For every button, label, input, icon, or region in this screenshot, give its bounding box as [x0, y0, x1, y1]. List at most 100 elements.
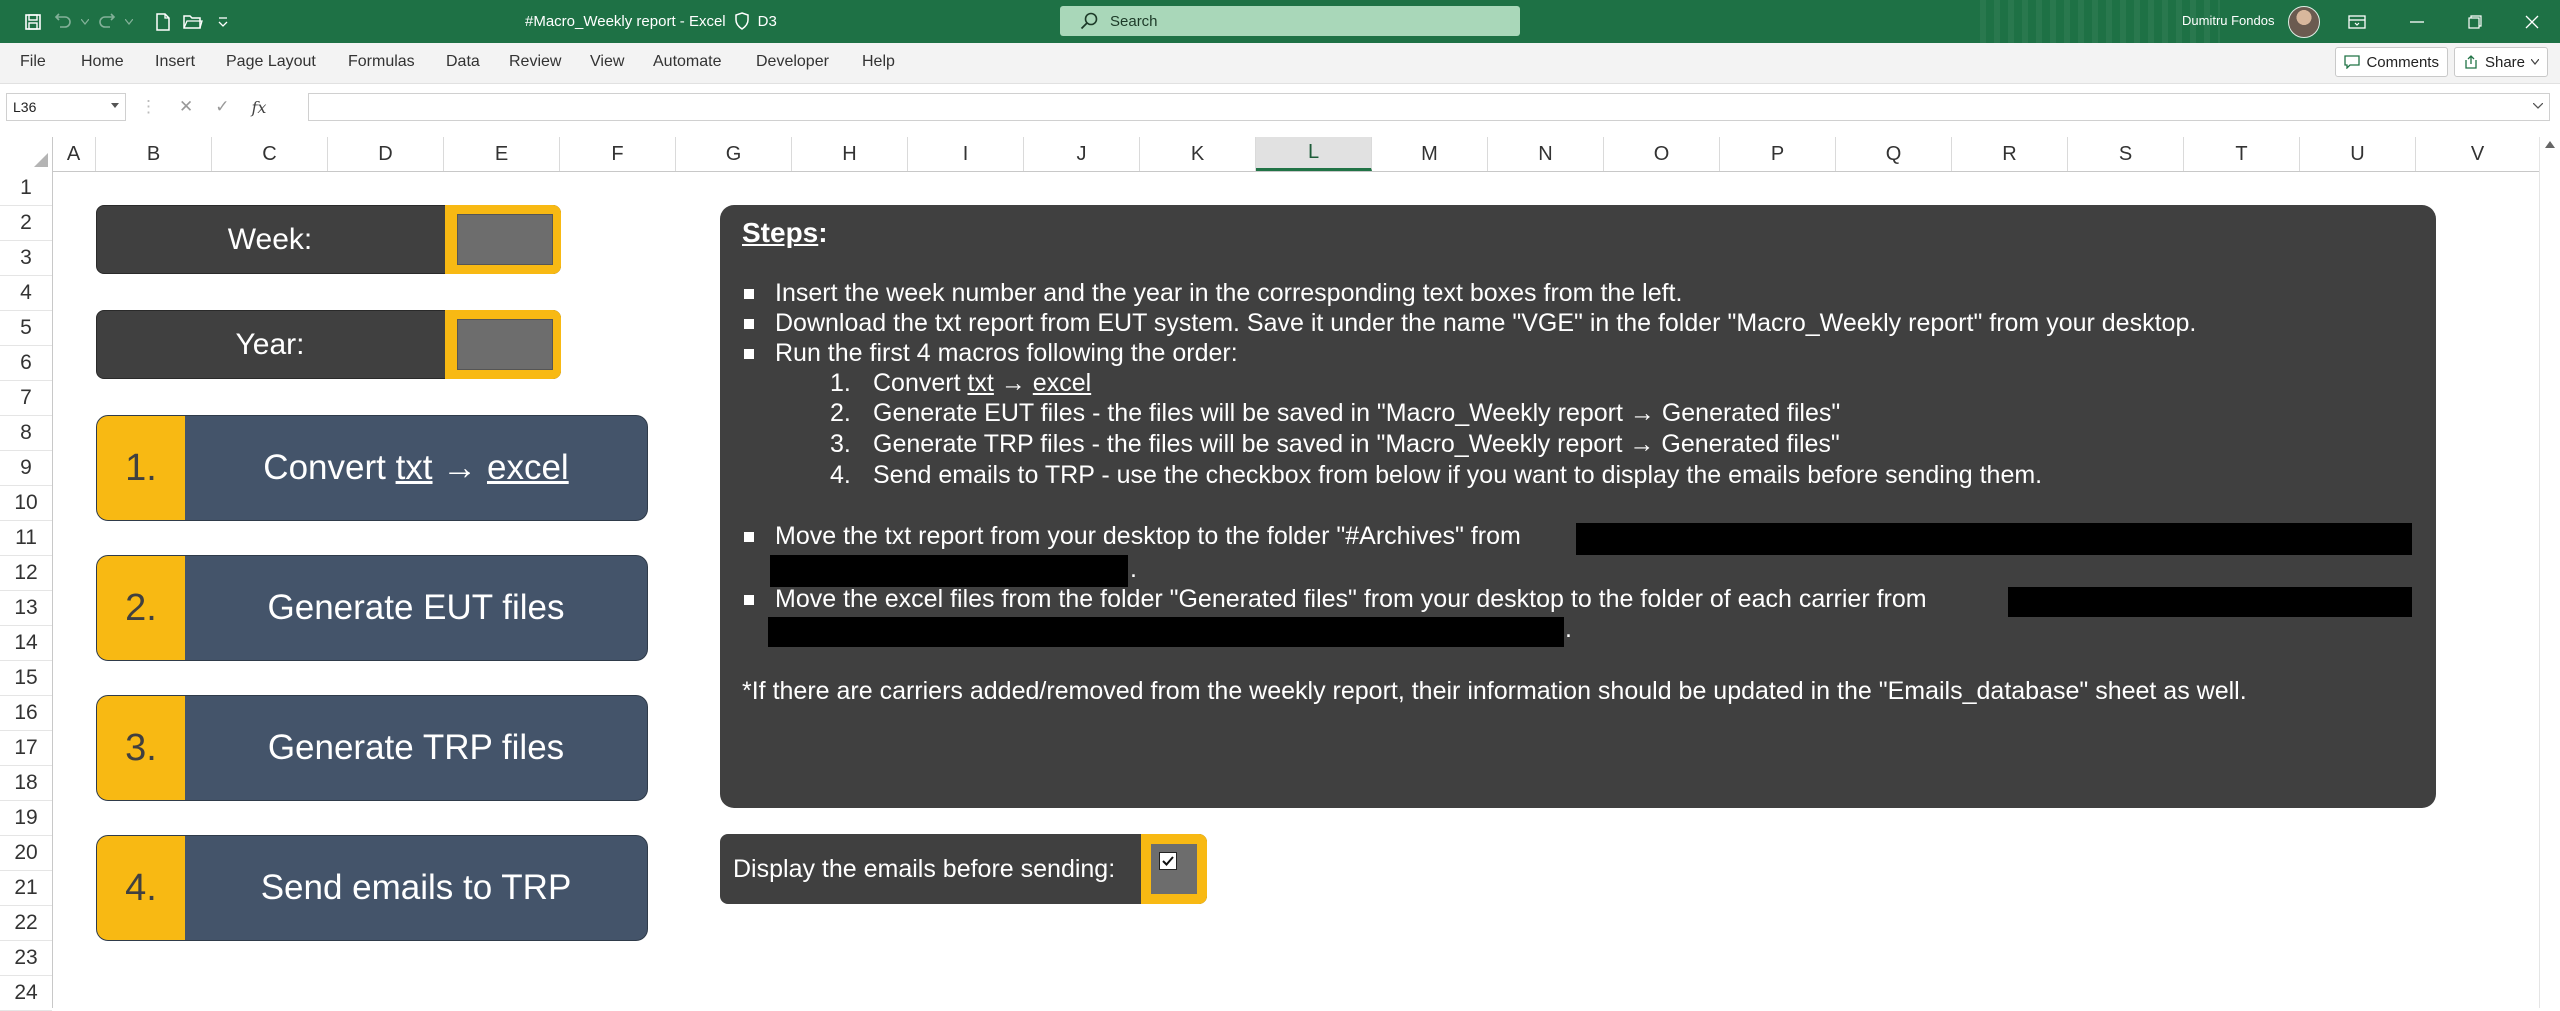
cancel-icon[interactable]: ✕ [179, 97, 193, 117]
row-header[interactable]: 13 [0, 591, 52, 626]
tab-insert[interactable]: Insert [155, 53, 195, 71]
row-header[interactable]: 24 [0, 976, 52, 1011]
customize-toolbar-icon[interactable] [208, 10, 238, 34]
row-header[interactable]: 10 [0, 486, 52, 521]
column-header-l[interactable]: L [1256, 137, 1372, 171]
tab-developer[interactable]: Developer [756, 53, 829, 71]
week-input[interactable] [457, 214, 553, 265]
ribbon-display-options-icon[interactable] [2328, 0, 2385, 43]
row-header[interactable]: 17 [0, 731, 52, 766]
column-header-o[interactable]: O [1604, 137, 1720, 171]
row-header[interactable]: 18 [0, 766, 52, 801]
avatar[interactable] [2288, 6, 2320, 38]
row-header[interactable]: 22 [0, 906, 52, 941]
undo-icon[interactable] [48, 10, 78, 34]
tab-home[interactable]: Home [81, 53, 124, 71]
search-input[interactable]: Search [1060, 6, 1520, 36]
column-header-a[interactable]: A [52, 137, 96, 171]
column-header-e[interactable]: E [444, 137, 560, 171]
row-header[interactable]: 6 [0, 346, 52, 381]
row-header[interactable]: 20 [0, 836, 52, 871]
sensitivity-label[interactable]: D3 [758, 13, 777, 30]
sub-step-convert-txt: txt [967, 369, 994, 397]
column-header-s[interactable]: S [2068, 137, 2184, 171]
enter-icon[interactable]: ✓ [215, 97, 229, 117]
comments-button[interactable]: Comments [2335, 47, 2448, 77]
row-header[interactable]: 11 [0, 521, 52, 556]
column-header-i[interactable]: I [908, 137, 1024, 171]
generate-trp-files-button[interactable]: 3. Generate TRP files [96, 695, 648, 801]
row-header[interactable]: 9 [0, 451, 52, 486]
column-header-g[interactable]: G [676, 137, 792, 171]
column-header-h[interactable]: H [792, 137, 908, 171]
row-header[interactable]: 23 [0, 941, 52, 976]
macro-label: Send emails to TRP [260, 868, 572, 907]
select-all-button[interactable] [0, 137, 53, 171]
column-header-c[interactable]: C [212, 137, 328, 171]
quick-access-toolbar [18, 10, 238, 34]
column-header-t[interactable]: T [2184, 137, 2300, 171]
row-header[interactable]: 2 [0, 206, 52, 241]
column-header-d[interactable]: D [328, 137, 444, 171]
minimize-icon[interactable] [2388, 0, 2445, 43]
redo-icon[interactable] [92, 10, 122, 34]
tab-page-layout[interactable]: Page Layout [226, 53, 316, 71]
autosave-icon[interactable] [18, 10, 48, 34]
column-header-b[interactable]: B [96, 137, 212, 171]
column-header-j[interactable]: J [1024, 137, 1140, 171]
display-emails-checkbox[interactable] [1159, 852, 1177, 870]
send-emails-to-trp-button[interactable]: 4. Send emails to TRP [96, 835, 648, 941]
row-header[interactable]: 16 [0, 696, 52, 731]
user-name[interactable]: Dumitru Fondos [2182, 13, 2274, 28]
row-header[interactable]: 15 [0, 661, 52, 696]
restore-icon[interactable] [2446, 0, 2503, 43]
insert-function-icon[interactable]: fx [252, 98, 267, 117]
year-input[interactable] [457, 319, 553, 370]
generate-eut-files-button[interactable]: 2. Generate EUT files [96, 555, 648, 661]
share-button[interactable]: Share [2453, 47, 2548, 77]
formula-input[interactable] [308, 93, 2550, 121]
column-header-q[interactable]: Q [1836, 137, 1952, 171]
tab-view[interactable]: View [590, 53, 624, 71]
row-header[interactable]: 5 [0, 311, 52, 346]
tab-review[interactable]: Review [509, 53, 561, 71]
tab-formulas[interactable]: Formulas [348, 53, 415, 71]
row-header[interactable]: 3 [0, 241, 52, 276]
column-header-k[interactable]: K [1140, 137, 1256, 171]
chevron-down-icon[interactable] [111, 103, 119, 109]
redo-dropdown-icon[interactable] [122, 10, 136, 34]
row-header[interactable]: 1 [0, 171, 52, 206]
column-header-u[interactable]: U [2300, 137, 2416, 171]
tab-help[interactable]: Help [862, 53, 895, 71]
column-header-n[interactable]: N [1488, 137, 1604, 171]
row-header[interactable]: 8 [0, 416, 52, 451]
tab-file[interactable]: File [20, 53, 46, 71]
column-header-v[interactable]: V [2416, 137, 2540, 171]
column-header-m[interactable]: M [1372, 137, 1488, 171]
row-header[interactable]: 19 [0, 801, 52, 836]
undo-dropdown-icon[interactable] [78, 10, 92, 34]
tab-automate[interactable]: Automate [653, 53, 721, 71]
open-folder-icon[interactable] [178, 10, 208, 34]
macro-number: 1. [97, 416, 185, 520]
expand-formula-icon[interactable] [2533, 103, 2543, 109]
share-icon [2465, 55, 2477, 69]
convert-txt-to-excel-button[interactable]: 1. Convert txt → excel [96, 415, 648, 521]
row-header[interactable]: 12 [0, 556, 52, 591]
close-icon[interactable] [2503, 0, 2560, 43]
name-box[interactable]: L36 [6, 93, 126, 121]
row-header[interactable]: 4 [0, 276, 52, 311]
drag-handle-icon[interactable]: ⋮ [140, 97, 157, 117]
column-header-r[interactable]: R [1952, 137, 2068, 171]
row-header[interactable]: 14 [0, 626, 52, 661]
vertical-scrollbar[interactable] [2539, 137, 2560, 1008]
row-header[interactable]: 21 [0, 871, 52, 906]
column-header-f[interactable]: F [560, 137, 676, 171]
macro-label: Convert txt → excel [185, 416, 647, 520]
column-header-p[interactable]: P [1720, 137, 1836, 171]
row-header[interactable]: 7 [0, 381, 52, 416]
tab-data[interactable]: Data [446, 53, 480, 71]
new-file-icon[interactable] [148, 10, 178, 34]
scroll-up-icon[interactable] [2545, 141, 2555, 148]
bullet-icon [744, 595, 754, 605]
